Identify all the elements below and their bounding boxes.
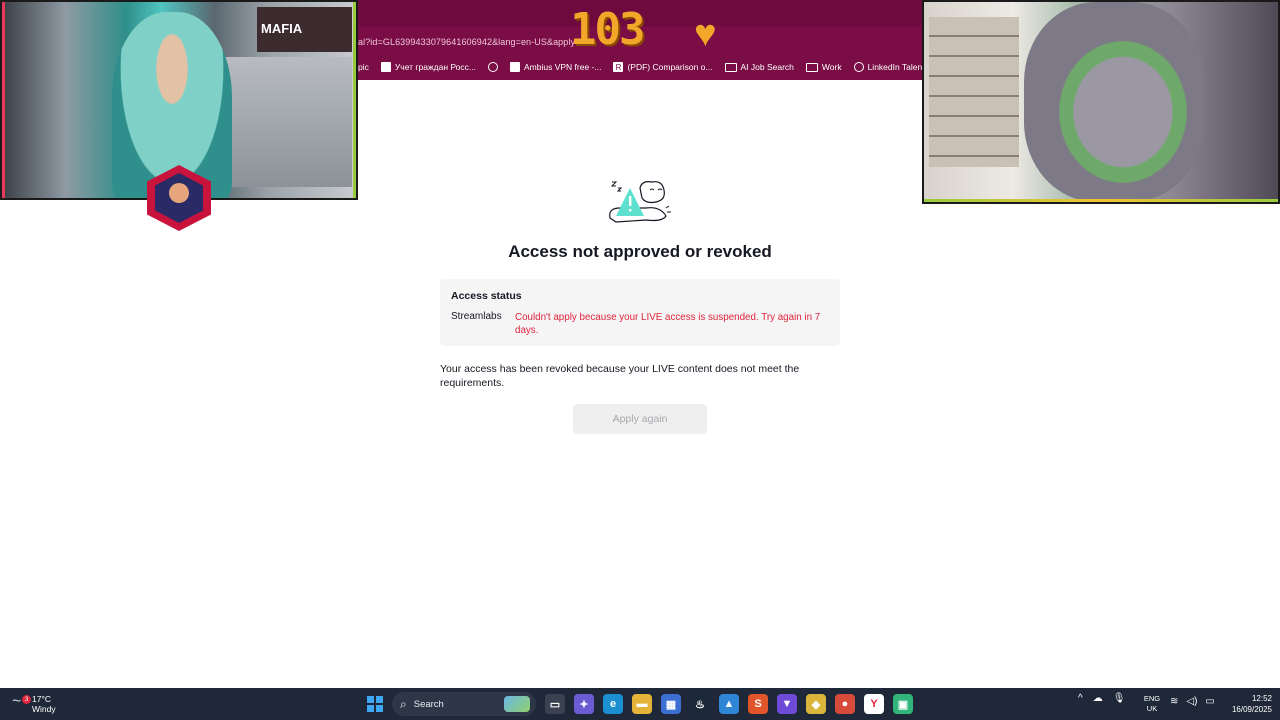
bookmark-label: (PDF) Comparison o...	[627, 62, 713, 72]
globe-icon	[488, 62, 498, 72]
language-primary: ENG	[1143, 694, 1161, 703]
status-error-message: Couldn't apply because your LIVE access …	[515, 312, 821, 336]
bookmark-item[interactable]: Ambius VPN free -...	[510, 62, 601, 72]
system-tray-icons: ≋ ◁) ▭	[1170, 696, 1215, 707]
weather-text: 17°C Windy	[32, 694, 56, 714]
language-secondary: UK	[1146, 704, 1158, 713]
avatar-face	[169, 183, 189, 203]
folder-icon	[724, 62, 737, 72]
bookmark-folder[interactable]: AI Job Search	[724, 62, 794, 72]
weather-desc: Windy	[32, 704, 56, 714]
overlay-frame-bottom	[924, 199, 1278, 202]
address-bar-text[interactable]: al?id=GL6399433079641606942&lang=en-US&a…	[358, 37, 575, 47]
file-icon	[510, 62, 520, 72]
bookmark-label: Учет граждан Росс...	[394, 62, 476, 72]
bookmark-label: AI Job Search	[740, 62, 794, 72]
edge-icon[interactable]: e	[603, 694, 623, 714]
bookmark-label: Ambius VPN free -...	[524, 62, 602, 72]
search-highlight-icon	[504, 696, 530, 712]
chrome-icon[interactable]: ●	[835, 694, 855, 714]
taskbar-search[interactable]: ⌕ Search	[392, 692, 536, 716]
bookmark-item[interactable]: LinkedIn Talent Solu...	[853, 62, 922, 72]
stream-counter-overlay: 103	[570, 4, 645, 55]
onedrive-icon[interactable]: ☁	[1093, 693, 1103, 704]
clock-date: 16/09/2025	[1231, 705, 1272, 714]
language-indicator[interactable]: ENG UK	[1142, 694, 1162, 714]
overlay-frame-right	[353, 2, 356, 198]
task-view-icon[interactable]: ▭	[545, 694, 565, 714]
bookmark-label: LinkedIn Talent Solu...	[867, 62, 922, 72]
webcam-background	[929, 17, 1019, 167]
wind-icon: 3	[12, 693, 31, 711]
volume-icon[interactable]: ◁)	[1186, 696, 1197, 707]
status-app-name: Streamlabs	[451, 311, 502, 322]
active-app-icon[interactable]: ▣	[893, 694, 913, 714]
researchgate-icon: R	[613, 62, 624, 72]
status-heading: Access status	[451, 290, 522, 302]
search-icon: ⌕	[400, 696, 407, 711]
bookmark-item[interactable]: Учет граждан Росс...	[380, 62, 476, 72]
revoked-explanation: Your access has been revoked because you…	[440, 363, 800, 389]
chevron-up-icon[interactable]: ^	[1078, 693, 1083, 704]
bookmark-folder[interactable]: Work	[805, 62, 842, 72]
folder-icon	[805, 62, 818, 72]
linkedin-icon	[853, 62, 864, 72]
bookmark-item[interactable]: pic	[358, 62, 369, 72]
taskbar: 3 17°C Windy ⌕ Search ▭ ✦ e ▬ ▦ ♨ ▲ S ▼ ◆ ● Y ▣ ^ ☁ …	[0, 688, 1280, 720]
warning-illustration-icon	[609, 181, 671, 223]
clock-time: 12:52	[1251, 694, 1272, 703]
battery-icon[interactable]: ▭	[1205, 696, 1214, 707]
notification-badge: 3	[22, 695, 31, 704]
streamer-video	[1024, 2, 1204, 202]
access-status-card: Access status Streamlabs Couldn't apply …	[440, 279, 840, 346]
bookmark-item[interactable]	[488, 62, 498, 72]
bookmark-label: pic	[358, 62, 369, 72]
photos-icon[interactable]: ▲	[719, 694, 739, 714]
poster-image: MAFIA	[257, 7, 352, 52]
system-tray: ^ ☁ 🎙︎	[1078, 693, 1125, 704]
page-title: Access not approved or revoked	[508, 242, 772, 261]
store-icon[interactable]: ▦	[661, 694, 681, 714]
file-explorer-icon[interactable]: ▬	[632, 694, 652, 714]
bookmark-label: Work	[821, 62, 842, 72]
copilot-icon[interactable]: ✦	[574, 694, 594, 714]
clock[interactable]: 12:52 16/09/2025	[1222, 693, 1272, 715]
game-icon[interactable]: ◆	[806, 694, 826, 714]
streamlabs-app-icon[interactable]: S	[748, 694, 768, 714]
taskbar-apps: ▭ ✦ e ▬ ▦ ♨ ▲ S ▼ ◆ ● Y ▣	[545, 694, 913, 714]
file-icon	[380, 62, 391, 72]
windows-start-icon[interactable]	[367, 696, 383, 712]
heart-icon: ♥	[694, 13, 717, 55]
proton-icon[interactable]: ▼	[777, 694, 797, 714]
yandex-icon[interactable]: Y	[864, 694, 884, 714]
status-row: Streamlabs Couldn't apply because your L…	[451, 311, 829, 337]
search-placeholder: Search	[413, 698, 444, 710]
bookmarks-bar: pic Учет граждан Росс... Ambius VPN free…	[358, 58, 922, 76]
webcam-overlay-right	[922, 0, 1280, 204]
overlay-frame-left	[2, 2, 5, 198]
apply-again-button[interactable]: Apply again	[573, 404, 707, 434]
weather-widget[interactable]: 3 17°C Windy	[12, 693, 56, 714]
wifi-icon[interactable]: ≋	[1170, 696, 1178, 707]
microphone-icon[interactable]: 🎙︎	[1113, 693, 1126, 704]
browser-chrome: al?id=GL6399433079641606942&lang=en-US&a…	[358, 0, 922, 80]
weather-temp: 17°C	[32, 694, 51, 704]
steam-icon[interactable]: ♨	[690, 694, 710, 714]
bookmark-item[interactable]: R (PDF) Comparison o...	[613, 62, 713, 72]
